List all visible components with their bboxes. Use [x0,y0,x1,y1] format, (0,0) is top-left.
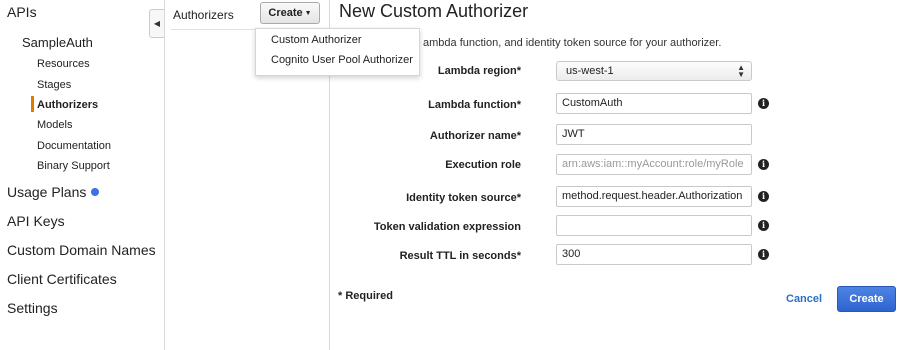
create-button[interactable]: Create [837,286,896,312]
lambda-region-value: us-west-1 [566,65,614,77]
required-note: * Required [338,290,394,302]
form-description: ambda function, and identity token sourc… [423,37,722,49]
authorizer-name-input[interactable]: JWT [556,124,752,145]
nav-apis[interactable]: APIs [7,4,37,20]
nav-item-models[interactable]: Models [37,119,72,131]
create-dropdown-menu: Custom Authorizer Cognito User Pool Auth… [255,28,420,76]
collapse-nav-button[interactable]: ◀ [149,9,164,38]
info-icon[interactable]: i [758,191,769,202]
info-icon[interactable]: i [758,98,769,109]
nav-item-resources[interactable]: Resources [37,58,90,70]
page-title: New Custom Authorizer [339,1,529,21]
nav-item-client-certificates[interactable]: Client Certificates [7,271,117,287]
execution-role-label: Execution role [445,159,521,171]
nav-item-api-keys[interactable]: API Keys [7,213,65,229]
cancel-button[interactable]: Cancel [786,293,822,305]
token-validation-label: Token validation expression [373,221,521,233]
nav-api-name[interactable]: SampleAuth [22,35,93,50]
identity-source-input[interactable]: method.request.header.Authorization [556,186,752,207]
nav-item-binary-support[interactable]: Binary Support [37,160,110,172]
create-dropdown-label: Create [268,7,303,19]
menu-item-custom-authorizer[interactable]: Custom Authorizer [271,34,361,46]
token-validation-input[interactable] [556,215,752,236]
active-indicator [31,96,34,112]
lambda-function-label: Lambda function* [428,99,521,111]
nav-item-stages[interactable]: Stages [37,79,71,91]
select-arrows-icon: ▲ ▼ [737,63,745,79]
lambda-region-select[interactable]: us-west-1 ▲ ▼ [556,61,752,81]
nav-item-usage-plans-label: Usage Plans [7,184,87,200]
caret-down-icon: ▼ [304,10,312,17]
caret-left-icon: ◀ [153,19,161,28]
menu-item-cognito-authorizer[interactable]: Cognito User Pool Authorizer [271,54,413,66]
left-nav: APIs SampleAuth Resources Stages Authori… [0,0,165,350]
lambda-region-label: Lambda region* [437,65,521,77]
info-icon[interactable]: i [758,159,769,170]
new-indicator-dot [91,188,100,196]
result-ttl-label: Result TTL in seconds* [399,250,521,262]
nav-item-custom-domain-names[interactable]: Custom Domain Names [7,242,156,258]
authorizers-panel-title: Authorizers [173,8,234,22]
nav-item-settings[interactable]: Settings [7,300,58,316]
identity-source-label: Identity token source* [406,192,521,204]
create-dropdown-button[interactable]: Create ▼ [260,2,320,24]
nav-item-documentation[interactable]: Documentation [37,140,111,152]
lambda-function-input[interactable]: CustomAuth [556,93,752,114]
nav-item-usage-plans[interactable]: Usage Plans [7,184,100,200]
nav-item-authorizers[interactable]: Authorizers [37,99,98,111]
authorizer-name-label: Authorizer name* [429,130,521,142]
execution-role-input[interactable]: arn:aws:iam::myAccount:role/myRole [556,154,752,175]
result-ttl-input[interactable]: 300 [556,244,752,265]
info-icon[interactable]: i [758,220,769,231]
info-icon[interactable]: i [758,249,769,260]
